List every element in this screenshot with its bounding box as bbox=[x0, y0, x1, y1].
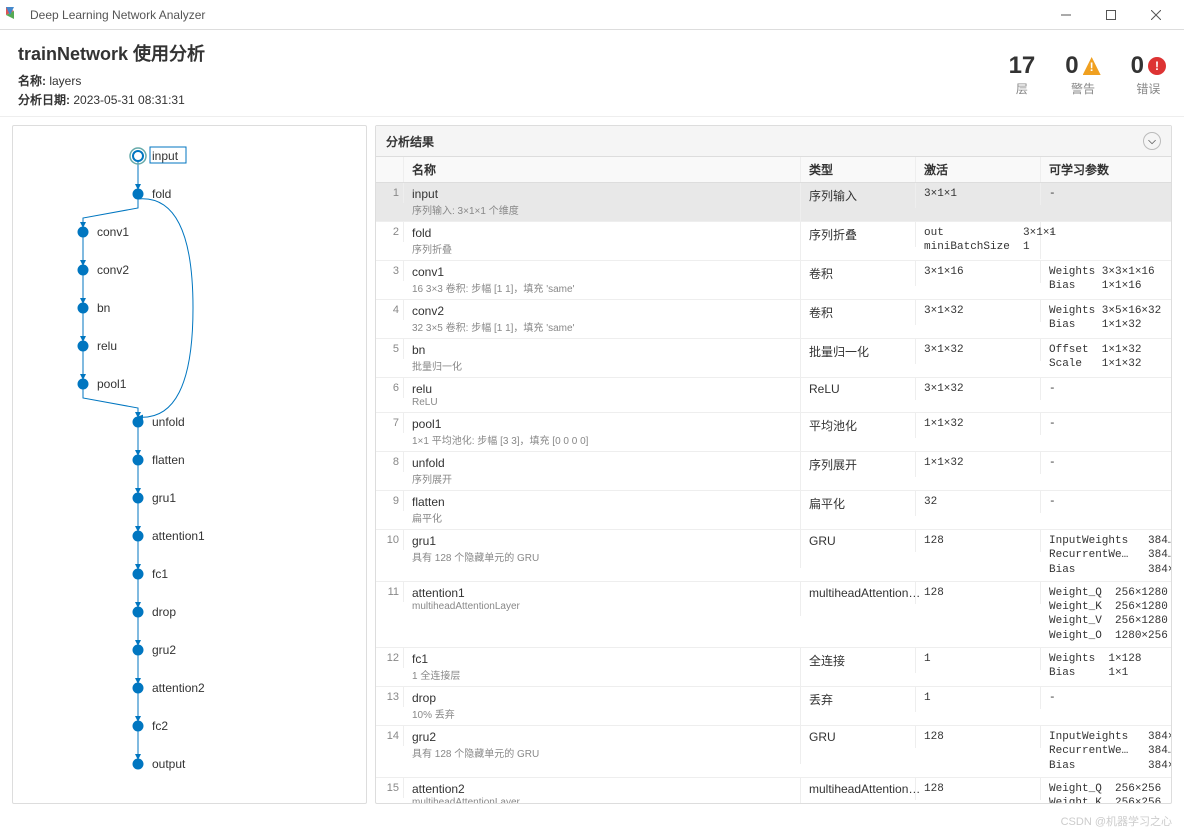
stat-warnings: 0 警告 bbox=[1065, 52, 1100, 97]
stat-layers: 17 层 bbox=[1009, 52, 1036, 97]
graph-node-relu[interactable]: relu bbox=[97, 339, 117, 353]
titlebar: Deep Learning Network Analyzer bbox=[0, 0, 1184, 30]
window-title: Deep Learning Network Analyzer bbox=[30, 8, 1043, 22]
window-controls bbox=[1043, 0, 1178, 30]
stats-panel: 17 层 0 警告 0! 错误 bbox=[1009, 52, 1166, 97]
table-row[interactable]: 8unfold序列展开序列展开1×1×32- bbox=[376, 452, 1171, 491]
graph-node-drop[interactable]: drop bbox=[152, 605, 176, 619]
table-row[interactable]: 10gru1具有 128 个隐藏单元的 GRUGRU128InputWeight… bbox=[376, 530, 1171, 582]
graph-node-gru1[interactable]: gru1 bbox=[152, 491, 176, 505]
analysis-table-panel: 分析结果 ⌵ 名称 类型 激活 可学习参数 1input序列输入: 3×1×1 … bbox=[375, 125, 1172, 804]
table-row[interactable]: 15attention2multiheadAttentionLayermulti… bbox=[376, 778, 1171, 803]
name-label: 名称: bbox=[18, 74, 46, 88]
table-row[interactable]: 11attention1multiheadAttentionLayermulti… bbox=[376, 582, 1171, 648]
graph-node-gru2[interactable]: gru2 bbox=[152, 643, 176, 657]
table-row[interactable]: 5bn批量归一化批量归一化3×1×32Offset 1×1×32 Scale 1… bbox=[376, 339, 1171, 378]
graph-node-pool1[interactable]: pool1 bbox=[97, 377, 127, 391]
date-label: 分析日期: bbox=[18, 93, 70, 107]
table-row[interactable]: 12fc11 全连接层全连接1Weights 1×128 Bias 1×1 bbox=[376, 648, 1171, 687]
minimize-button[interactable] bbox=[1043, 0, 1088, 30]
table-row[interactable]: 1input序列输入: 3×1×1 个维度序列输入3×1×1- bbox=[376, 183, 1171, 222]
watermark: CSDN @机器学习之心 bbox=[1061, 813, 1172, 829]
graph-node-attention2[interactable]: attention2 bbox=[152, 681, 205, 695]
stat-errors: 0! 错误 bbox=[1131, 52, 1166, 97]
table-row[interactable]: 6reluReLUReLU3×1×32- bbox=[376, 378, 1171, 413]
table-row[interactable]: 4conv232 3×5 卷积: 步幅 [1 1]，填充 'same'卷积3×1… bbox=[376, 300, 1171, 339]
table-body[interactable]: 1input序列输入: 3×1×1 个维度序列输入3×1×1-2fold序列折叠… bbox=[376, 183, 1171, 803]
graph-node-conv1[interactable]: conv1 bbox=[97, 225, 129, 239]
warning-icon bbox=[1083, 57, 1101, 75]
close-button[interactable] bbox=[1133, 0, 1178, 30]
name-value: layers bbox=[49, 74, 81, 88]
table-title-bar: 分析结果 ⌵ bbox=[376, 126, 1171, 157]
graph-node-bn[interactable]: bn bbox=[97, 301, 110, 315]
graph-node-output[interactable]: output bbox=[152, 757, 186, 771]
graph-node-input[interactable]: input bbox=[152, 149, 179, 163]
error-icon: ! bbox=[1148, 57, 1166, 75]
graph-node-flatten[interactable]: flatten bbox=[152, 453, 185, 467]
header: trainNetwork 使用分析 名称: layers 分析日期: 2023-… bbox=[0, 30, 1184, 117]
graph-node-conv2[interactable]: conv2 bbox=[97, 263, 129, 277]
collapse-icon[interactable]: ⌵ bbox=[1143, 132, 1161, 150]
graph-node-fc1[interactable]: fc1 bbox=[152, 567, 168, 581]
matlab-icon bbox=[6, 7, 22, 23]
graph-node-fc2[interactable]: fc2 bbox=[152, 719, 168, 733]
table-header: 名称 类型 激活 可学习参数 bbox=[376, 157, 1171, 183]
table-row[interactable]: 3conv116 3×3 卷积: 步幅 [1 1]，填充 'same'卷积3×1… bbox=[376, 261, 1171, 300]
network-graph-panel[interactable]: input fold conv1 conv2 bn relu pool1 unfold flat… bbox=[12, 125, 367, 804]
table-row[interactable]: 9flatten扁平化扁平化32- bbox=[376, 491, 1171, 530]
graph-node-unfold[interactable]: unfold bbox=[152, 415, 185, 429]
graph-node-attention1[interactable]: attention1 bbox=[152, 529, 205, 543]
table-row[interactable]: 2fold序列折叠序列折叠out 3×1×1 miniBatchSize 1- bbox=[376, 222, 1171, 261]
table-row[interactable]: 13drop10% 丢弃丢弃1- bbox=[376, 687, 1171, 726]
main-content: input fold conv1 conv2 bn relu pool1 unfold flat… bbox=[0, 117, 1184, 812]
maximize-button[interactable] bbox=[1088, 0, 1133, 30]
table-row[interactable]: 14gru2具有 128 个隐藏单元的 GRUGRU128InputWeight… bbox=[376, 726, 1171, 778]
page-title: trainNetwork 使用分析 bbox=[18, 40, 205, 66]
table-row[interactable]: 7pool11×1 平均池化: 步幅 [3 3]，填充 [0 0 0 0]平均池… bbox=[376, 413, 1171, 452]
network-graph[interactable]: input fold conv1 conv2 bn relu pool1 unfold flat… bbox=[13, 126, 366, 803]
graph-node-fold[interactable]: fold bbox=[152, 187, 171, 201]
date-value: 2023-05-31 08:31:31 bbox=[73, 93, 184, 107]
